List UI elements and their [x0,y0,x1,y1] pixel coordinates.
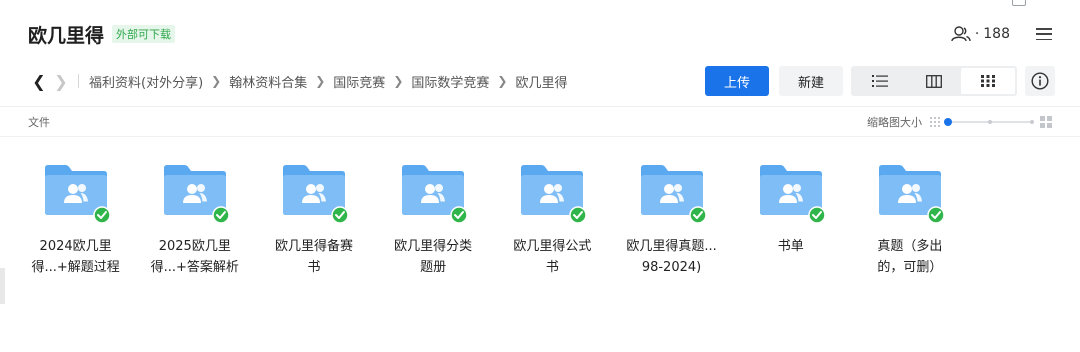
shared-folder-icon [640,165,707,224]
shared-folder-icon [44,165,111,224]
breadcrumb: 福利资料(对外分享) ❯ 翰林资料合集 ❯ 国际竞赛 ❯ 国际数学竞赛 ❯ 欧几… [89,72,567,91]
folder-item[interactable]: 真题（多出 的，可删） [850,162,969,278]
thumbnail-size-label: 缩略图大小 [867,116,922,129]
breadcrumb-item[interactable]: 福利资料(对外分享) [89,72,203,91]
list-view-button[interactable] [853,68,907,94]
list-view-icon [872,75,888,87]
breadcrumb-item[interactable]: 国际数学竞赛 [411,72,489,91]
folder-name: 欧几里得备赛 书 [274,239,353,275]
members-separator: · [974,26,980,42]
folder-name: 真题（多出 的，可删） [877,239,943,275]
folder-item[interactable]: 2024欧几里 得...+解题过程 [16,162,135,278]
folder-item[interactable]: 欧几里得真题... 98-2024) [612,162,731,278]
folder-grid: 2024欧几里 得...+解题过程 2025欧几里 得...+答案解析 欧几里得… [16,162,970,278]
folder-name: 欧几里得公式 书 [513,239,592,275]
forward-icon[interactable]: ❯ [50,72,72,91]
shared-folder-icon [759,165,826,224]
shared-folder-icon [521,165,588,224]
new-button[interactable]: 新建 [779,66,843,96]
large-grid-icon [1040,116,1052,128]
folder-item[interactable]: 2025欧几里 得...+答案解析 [135,162,254,278]
member-count: 188 [983,26,1010,42]
nav-divider [78,74,79,88]
folder-item[interactable]: 书单 [731,162,850,278]
breadcrumb-item[interactable]: 国际竞赛 [333,72,385,91]
folder-name: 2025欧几里 得...+答案解析 [150,239,239,275]
chevron-right-icon: ❯ [497,74,508,88]
folder-name: 欧几里得真题... 98-2024) [626,239,717,275]
members-icon [951,26,971,42]
column-view-icon [926,74,942,88]
folder-name: 欧几里得分类 题册 [394,239,473,275]
chevron-right-icon: ❯ [393,74,404,88]
thumbnail-size-slider[interactable] [944,117,1034,127]
sidebar-resize-handle[interactable] [0,268,5,304]
close-icon[interactable] [1052,0,1066,4]
slider-knob[interactable] [944,118,952,126]
shared-folder-icon [163,165,230,224]
shared-folder-icon [878,165,945,224]
grid-view-button[interactable] [961,68,1015,94]
breadcrumb-current: 欧几里得 [515,75,568,91]
column-header-file: 文件 [28,116,50,129]
page-header: 欧几里得 外部可下载 · 188 [28,20,1052,48]
members-button[interactable]: · 188 [951,25,1010,43]
small-grid-icon [930,117,940,127]
header-divider [0,106,1080,107]
chevron-right-icon: ❯ [211,74,222,88]
list-header: 文件 缩略图大小 [28,112,1052,132]
column-view-button[interactable] [907,68,961,94]
info-button[interactable] [1025,66,1055,96]
maximize-icon[interactable] [1012,0,1026,6]
back-icon[interactable]: ❮ [28,72,50,91]
navigation-bar: ❮ ❯ 福利资料(对外分享) ❯ 翰林资料合集 ❯ 国际竞赛 ❯ 国际数学竞赛 … [28,66,1055,96]
folder-name: 2024欧几里 得...+解题过程 [31,239,120,275]
download-permission-badge: 外部可下载 [112,25,176,43]
grid-view-icon [981,75,995,87]
page-title: 欧几里得 [28,24,105,47]
folder-item[interactable]: 欧几里得备赛 书 [254,162,373,278]
slider-step-dot [988,120,992,124]
folder-name: 书单 [777,239,804,254]
list-divider [0,136,1080,137]
shared-folder-icon [402,165,468,224]
folder-item[interactable]: 欧几里得公式 书 [493,162,612,278]
window-controls [1012,0,1066,6]
chevron-right-icon: ❯ [315,74,326,88]
view-mode-switcher [851,66,1017,96]
info-icon [1031,72,1049,90]
breadcrumb-item[interactable]: 翰林资料合集 [229,72,307,91]
slider-step-dot [1030,120,1034,124]
folder-item[interactable]: 欧几里得分类 题册 [374,162,493,278]
upload-button[interactable]: 上传 [705,66,769,96]
thumbnail-size-control: 缩略图大小 [867,114,1052,130]
shared-folder-icon [282,165,349,224]
more-menu-icon[interactable] [1036,28,1052,40]
